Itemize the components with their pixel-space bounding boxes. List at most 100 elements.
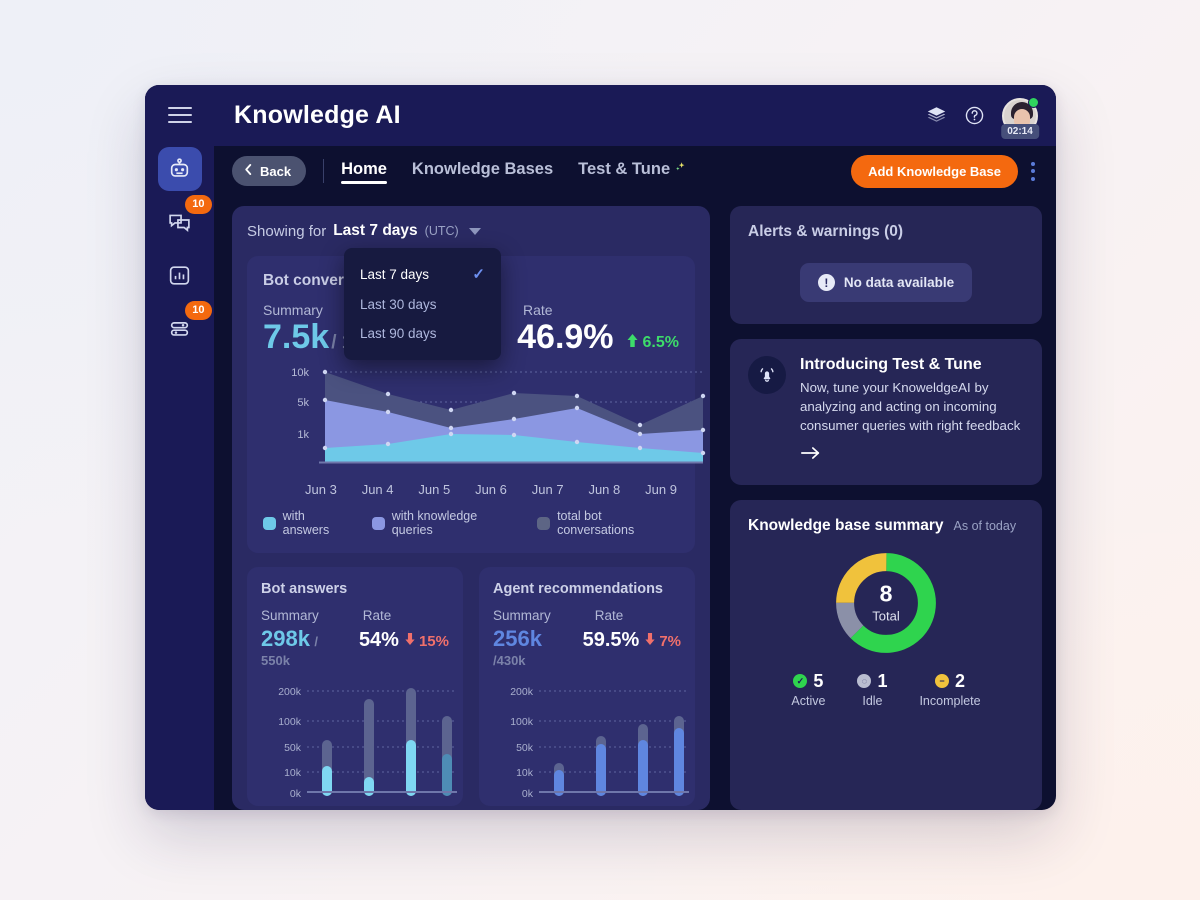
legend-swatch <box>537 517 550 530</box>
page-title: Knowledge AI <box>234 101 401 130</box>
right-column: Alerts & warnings (0) ! No data availabl… <box>730 206 1042 810</box>
area-chart-legend: with answers with knowledge queries tota… <box>263 509 679 541</box>
alerts-empty-state: ! No data available <box>748 241 1024 302</box>
kb-legend-count: 1 <box>877 671 887 692</box>
legend-label: with knowledge queries <box>392 509 519 537</box>
nav-actions: Add Knowledge Base <box>851 155 1042 188</box>
rate-delta-value: 6.5% <box>643 334 679 352</box>
dropdown-option-last-90-days[interactable]: Last 90 days <box>344 319 501 348</box>
timezone-label: (UTC) <box>425 224 459 238</box>
agent-recommendations-card: Agent recommendations Summary Rate 256k … <box>479 567 695 806</box>
legend-item-total-bot-conversations: total bot conversations <box>537 509 679 537</box>
chevron-down-icon[interactable] <box>469 228 481 235</box>
legend-item-with-knowledge-queries: with knowledge queries <box>372 509 518 537</box>
svg-text:50k: 50k <box>516 742 534 754</box>
metric-labels: Summary Rate <box>493 608 681 623</box>
svg-text:10k: 10k <box>284 767 302 779</box>
kb-total-label: Total <box>872 608 899 623</box>
more-options-icon[interactable] <box>1024 156 1042 187</box>
help-circle-icon[interactable] <box>964 105 985 126</box>
dashboard-content: Showing for Last 7 days (UTC) Last 7 day… <box>214 196 1056 810</box>
svg-text:10k: 10k <box>516 767 534 779</box>
kb-legend-label: Incomplete <box>919 694 980 708</box>
rate-value: 59.5% <box>583 629 640 652</box>
back-label: Back <box>260 164 291 179</box>
tab-test-and-tune[interactable]: Test & Tune <box>578 160 686 183</box>
breadcrumb-nav: Back Home Knowledge Bases Test & Tune <box>214 146 1056 196</box>
sliders-icon <box>167 316 192 341</box>
kb-legend-count: 5 <box>813 671 823 692</box>
add-knowledge-base-button[interactable]: Add Knowledge Base <box>851 155 1018 188</box>
summary-value: 256k <box>493 626 542 651</box>
promo-title: Introducing Test & Tune <box>800 356 1024 374</box>
donut-center-label: 8 Total <box>872 582 899 623</box>
dropdown-option-label: Last 90 days <box>360 326 437 341</box>
arrow-down-icon <box>404 632 416 650</box>
knowledge-base-summary-card: Knowledge base summary As of today 8 Tot… <box>730 500 1042 810</box>
check-icon: ✓ <box>472 265 485 283</box>
layers-icon[interactable] <box>926 105 947 126</box>
rate-delta: 6.5% <box>626 333 679 353</box>
area-chart-svg: 10k 5k 1k <box>263 364 709 472</box>
no-data-label: No data available <box>844 275 954 290</box>
kb-legend-item-idle: ◌ 1 Idle <box>857 671 887 708</box>
status-badge <box>1028 97 1039 108</box>
menu-icon[interactable] <box>168 107 192 123</box>
avatar[interactable]: 02:14 <box>1002 98 1038 134</box>
chat-bubbles-icon <box>167 210 192 235</box>
arrow-right-icon[interactable] <box>800 445 822 467</box>
legend-swatch <box>372 517 385 530</box>
left-nav-rail: 10 10 <box>145 85 214 810</box>
kb-legend: ✓ 5 Active ◌ 1 Idle <box>748 671 1024 708</box>
app-window: 10 10 <box>145 85 1056 810</box>
sidebar-item-settings[interactable]: 10 <box>158 306 202 350</box>
svg-text:200k: 200k <box>278 686 302 698</box>
kb-header: Knowledge base summary As of today <box>748 517 1024 535</box>
kb-subtitle: As of today <box>954 519 1017 533</box>
x-tick: Jun 4 <box>362 482 394 497</box>
rate-delta: 7% <box>644 632 681 650</box>
back-button[interactable]: Back <box>232 156 306 186</box>
info-icon: ! <box>818 274 835 291</box>
sidebar-item-analytics[interactable] <box>158 253 202 297</box>
test-and-tune-promo-card[interactable]: Introducing Test & Tune Now, tune your K… <box>730 339 1042 485</box>
session-timer: 02:14 <box>1001 124 1039 139</box>
header-actions: 02:14 <box>926 98 1038 134</box>
sidebar-badge-settings: 10 <box>185 301 211 320</box>
sidebar-item-conversations[interactable]: 10 <box>158 200 202 244</box>
x-tick: Jun 6 <box>475 482 507 497</box>
dropdown-option-last-7-days[interactable]: Last 7 days ✓ <box>344 258 501 290</box>
legend-label: total bot conversations <box>557 509 679 537</box>
main-area: Knowledge AI <box>214 85 1056 810</box>
check-circle-icon: ✓ <box>793 674 807 688</box>
summary-value: 298k <box>261 626 310 651</box>
kb-legend-label: Idle <box>857 694 887 708</box>
rate-value: 46.9% <box>517 320 613 354</box>
tab-knowledge-bases[interactable]: Knowledge Bases <box>412 160 553 183</box>
alerts-card: Alerts & warnings (0) ! No data availabl… <box>730 206 1042 324</box>
rate-delta: 15% <box>404 632 449 650</box>
date-filter: Showing for Last 7 days (UTC) Last 7 day… <box>247 222 695 240</box>
sidebar-item-bot[interactable] <box>158 147 202 191</box>
x-tick: Jun 8 <box>588 482 620 497</box>
mini-cards-row: Bot answers Summary Rate 298k / 550k 54% <box>247 567 695 806</box>
svg-text:100k: 100k <box>278 716 302 728</box>
x-tick: Jun 7 <box>532 482 564 497</box>
svg-text:1k: 1k <box>297 429 309 441</box>
x-tick: Jun 3 <box>305 482 337 497</box>
agent-recommendations-bar-chart: 200k 100k 50k 10k 0k <box>493 679 681 806</box>
rate-delta-value: 15% <box>419 633 449 650</box>
kb-legend-label: Active <box>791 694 825 708</box>
bell-ring-icon <box>748 356 786 394</box>
tab-home[interactable]: Home <box>341 160 387 183</box>
legend-item-with-answers: with answers <box>263 509 353 537</box>
dropdown-option-label: Last 30 days <box>360 297 437 312</box>
arrow-down-icon <box>644 632 656 650</box>
date-range-value[interactable]: Last 7 days <box>333 222 417 240</box>
date-range-dropdown: Last 7 days ✓ Last 30 days Last 90 days <box>344 248 501 360</box>
showing-label: Showing for <box>247 223 326 240</box>
kb-legend-count: 2 <box>955 671 965 692</box>
legend-swatch <box>263 517 276 530</box>
dropdown-option-last-30-days[interactable]: Last 30 days <box>344 290 501 319</box>
card-title: Bot answers <box>261 581 449 597</box>
